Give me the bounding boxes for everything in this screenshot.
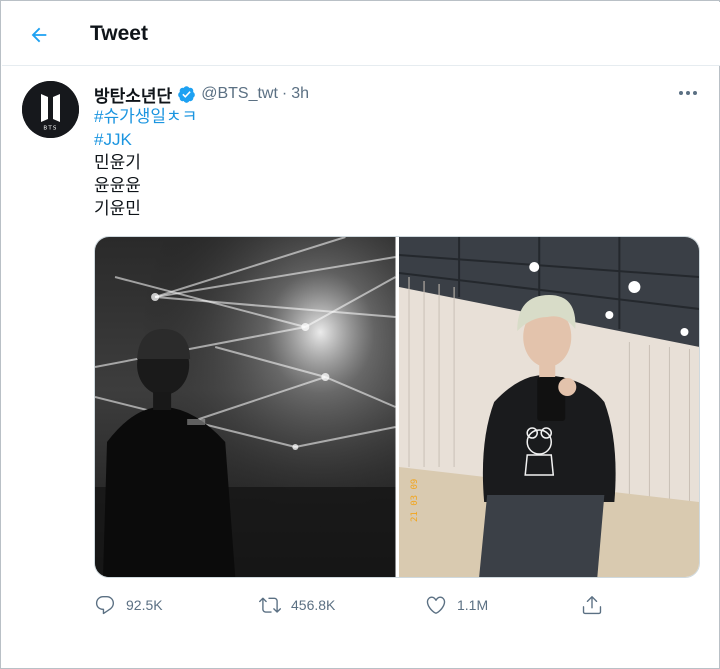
reply-icon xyxy=(95,596,115,615)
verified-badge-icon xyxy=(177,85,196,104)
hashtag-link[interactable]: #슈가생일ㅊㅋ xyxy=(94,105,197,128)
arrow-left-icon xyxy=(31,27,47,43)
author-name[interactable]: 방탄소년단 xyxy=(94,82,172,107)
more-dots-icon xyxy=(679,91,697,95)
reply-count: 92.5K xyxy=(126,597,163,613)
hashtag-link[interactable]: #JJK xyxy=(94,128,197,151)
author-row: 방탄소년단 @BTS_twt · 3h xyxy=(94,82,309,107)
header: Tweet xyxy=(2,2,720,66)
like-count: 1.1M xyxy=(457,597,489,613)
action-bar: 92.5K 456.8K 1.1M xyxy=(94,591,614,619)
tweet-time[interactable]: 3h xyxy=(291,85,309,103)
retweet-count: 456.8K xyxy=(291,597,336,613)
author-handle[interactable]: @BTS_twt xyxy=(201,85,278,103)
tweet-line: 기윤민 xyxy=(94,199,141,218)
tweet-text: #슈가생일ㅊㅋ #JJK 민윤기 윤윤윤 기윤민 xyxy=(94,105,197,220)
tweet-window: Tweet BTS 방탄소년단 @BTS_twt · 3h #슈가생일ㅊㅋ #J… xyxy=(0,0,720,669)
heart-icon xyxy=(426,596,446,614)
share-icon xyxy=(582,596,602,615)
share-button[interactable] xyxy=(581,591,603,619)
tweet-line: 민윤기 xyxy=(94,153,141,172)
back-button[interactable] xyxy=(24,20,54,50)
avatar[interactable]: BTS xyxy=(22,81,79,138)
bts-logo-icon: BTS xyxy=(22,81,79,138)
like-button[interactable]: 1.1M xyxy=(425,591,488,619)
reply-button[interactable]: 92.5K xyxy=(94,591,163,619)
more-options-button[interactable] xyxy=(673,83,703,103)
retweet-icon xyxy=(259,597,281,613)
tweet-line: 윤윤윤 xyxy=(94,176,141,195)
media-grid: 21 03 09 xyxy=(94,236,700,578)
svg-text:BTS: BTS xyxy=(43,126,57,132)
page-title: Tweet xyxy=(90,22,148,45)
photo-selfie[interactable]: 21 03 09 xyxy=(398,237,699,577)
retweet-button[interactable]: 456.8K xyxy=(259,591,335,619)
photo-timestamp: 21 03 09 xyxy=(410,479,420,522)
separator-dot: · xyxy=(281,85,288,102)
photo-concert[interactable] xyxy=(95,237,396,577)
